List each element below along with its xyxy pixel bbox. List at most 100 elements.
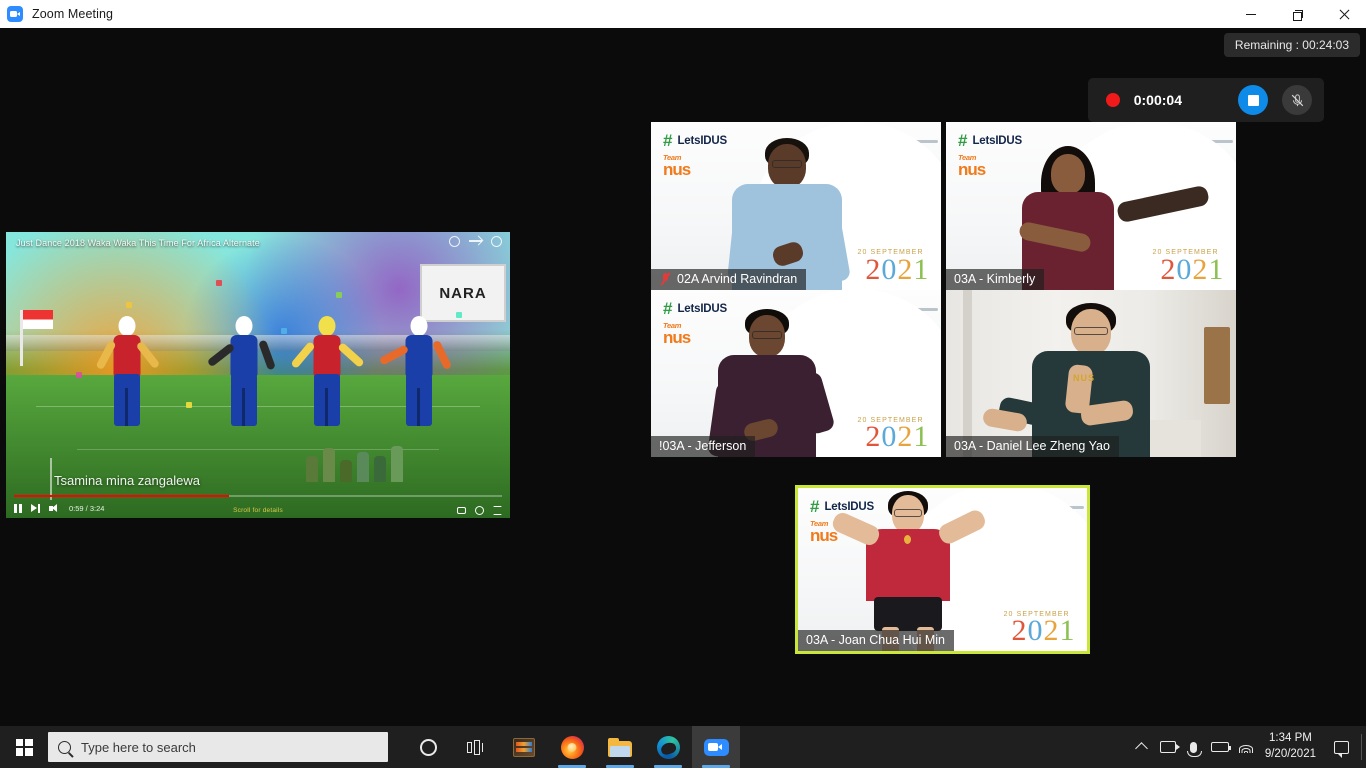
meeting-canvas: Remaining : 00:24:03 0:00:04 NARA Just D… <box>0 28 1366 726</box>
edge-button[interactable] <box>644 726 692 768</box>
camera-icon <box>1159 741 1180 753</box>
firefox-icon <box>560 735 584 759</box>
shared-screen-youtube[interactable]: NARA Just Dance 2018 Waka Waka This Time… <box>6 232 510 518</box>
action-center-icon[interactable] <box>1334 740 1349 758</box>
participant-tile-kimberly[interactable]: 20 SEPTEMBER 2021 # LetsIDUS Team nus 03… <box>946 122 1236 290</box>
video-frame: NARA Just Dance 2018 Waka Waka This Time… <box>6 232 510 518</box>
stop-recording-button[interactable] <box>1238 85 1268 115</box>
cortana-icon <box>419 738 437 756</box>
participant-video-figure <box>829 491 988 651</box>
file-explorer-icon <box>608 737 632 757</box>
participant-tile-jefferson[interactable]: 20 SEPTEMBER 2021 # LetsIDUS Team nus !0… <box>651 290 941 457</box>
confetti <box>186 402 192 408</box>
confetti <box>336 292 342 298</box>
search-placeholder: Type here to search <box>81 739 196 755</box>
mute-microphone-button[interactable] <box>1282 85 1312 115</box>
hash-icon: # <box>810 497 820 516</box>
participant-tile-daniel[interactable]: NUS 03A - Daniel Lee Zheng Yao <box>946 290 1236 457</box>
wifi-icon <box>1238 741 1254 753</box>
windows-taskbar: Type here to search 1:34 PM 9/20/2021 <box>0 726 1366 768</box>
window-controls <box>1228 0 1366 28</box>
nus-label: nus <box>810 525 838 545</box>
remaining-time-badge: Remaining : 00:24:03 <box>1223 33 1360 57</box>
video-progress-bar[interactable] <box>14 494 502 497</box>
participant-name: 03A - Daniel Lee Zheng Yao <box>954 439 1110 453</box>
info-icon[interactable] <box>491 236 502 247</box>
letsidus-label: LetsIDUS <box>972 134 1022 147</box>
background-year: 2021 <box>1011 613 1076 647</box>
task-view-button[interactable] <box>452 726 500 768</box>
confetti <box>126 302 132 308</box>
participant-name: 03A - Joan Chua Hui Min <box>806 633 945 647</box>
video-progress-fill <box>14 494 229 497</box>
subtitles-button[interactable] <box>457 507 466 514</box>
network-button[interactable] <box>1233 726 1259 768</box>
battery-icon <box>1210 742 1232 752</box>
clock-time: 1:34 PM <box>1269 732 1312 745</box>
microphone-muted-icon <box>1291 93 1303 106</box>
participant-video-figure: NUS <box>981 303 1155 457</box>
close-icon <box>1338 9 1349 20</box>
start-button[interactable] <box>0 726 48 768</box>
video-top-icons <box>449 236 502 247</box>
participant-name-bar: 03A - Joan Chua Hui Min <box>798 630 954 651</box>
fullscreen-button[interactable] <box>493 506 502 515</box>
search-input[interactable]: Type here to search <box>48 732 388 762</box>
participant-video-figure <box>727 138 852 290</box>
dancer-figure <box>290 315 365 444</box>
microphone-muted-icon <box>659 272 671 286</box>
microphone-tray-button[interactable] <box>1181 726 1207 768</box>
minimize-button[interactable] <box>1228 0 1274 28</box>
zoom-camera-icon <box>7 6 23 22</box>
window-titlebar: Zoom Meeting <box>0 0 1366 28</box>
crowd-silhouettes <box>306 438 426 482</box>
banner-sign: NARA <box>420 264 506 322</box>
participant-name-bar: 02A Arvind Ravindran <box>651 269 807 290</box>
share-icon[interactable] <box>469 237 482 246</box>
close-button[interactable] <box>1320 0 1366 28</box>
stop-recording-icon <box>1247 94 1259 106</box>
recording-elapsed: 0:00:04 <box>1133 92 1182 108</box>
participant-tile-joan[interactable]: 20 SEPTEMBER 2021 # LetsIDUS Team nus 03… <box>795 485 1090 654</box>
confetti <box>76 372 82 378</box>
show-hidden-icons-button[interactable] <box>1129 726 1155 768</box>
nus-label: nus <box>663 159 691 179</box>
battery-button[interactable] <box>1207 726 1233 768</box>
show-desktop-button[interactable] <box>1361 734 1362 760</box>
video-lyric: Tsamina mina zangalewa <box>54 473 200 488</box>
video-right-controls <box>457 506 502 515</box>
participant-name-bar: !03A - Jefferson <box>651 436 756 457</box>
participant-name: 02A Arvind Ravindran <box>677 272 798 286</box>
restore-icon <box>1292 9 1303 21</box>
chevron-up-icon <box>1135 742 1149 755</box>
record-dot-icon <box>1105 93 1120 107</box>
movie-maker-button[interactable] <box>500 726 548 768</box>
participant-tile-arvind[interactable]: 20 SEPTEMBER 2021 # LetsIDUS Team nus 02… <box>651 122 941 290</box>
hash-icon: # <box>663 131 673 150</box>
zoom-taskbar-button[interactable] <box>692 726 740 768</box>
file-explorer-button[interactable] <box>596 726 644 768</box>
background-year: 2021 <box>1160 252 1225 286</box>
video-title: Just Dance 2018 Waka Waka This Time For … <box>16 238 260 248</box>
nus-label: nus <box>663 327 691 347</box>
firefox-button[interactable] <box>548 726 596 768</box>
task-view-icon <box>466 739 486 755</box>
cortana-button[interactable] <box>404 726 452 768</box>
microsoft-edge-icon <box>656 735 680 759</box>
teamnus-logo: Team nus <box>663 322 691 347</box>
wooden-door <box>1204 326 1231 404</box>
taskbar-apps <box>404 726 740 768</box>
participant-name-bar: 03A - Daniel Lee Zheng Yao <box>946 436 1119 457</box>
camera-tray-button[interactable] <box>1155 726 1181 768</box>
nus-label: nus <box>958 159 986 179</box>
maximize-button[interactable] <box>1274 0 1320 28</box>
participant-name: !03A - Jefferson <box>659 439 747 453</box>
settings-button[interactable] <box>475 506 484 515</box>
watch-later-icon[interactable] <box>449 236 460 247</box>
confetti <box>216 280 222 286</box>
clock-date: 9/20/2021 <box>1264 748 1316 760</box>
microphone-icon <box>1187 741 1203 757</box>
wall-edge <box>963 290 973 457</box>
dancer-figure <box>206 315 276 444</box>
clock[interactable]: 1:34 PM 9/20/2021 <box>1259 731 1326 762</box>
